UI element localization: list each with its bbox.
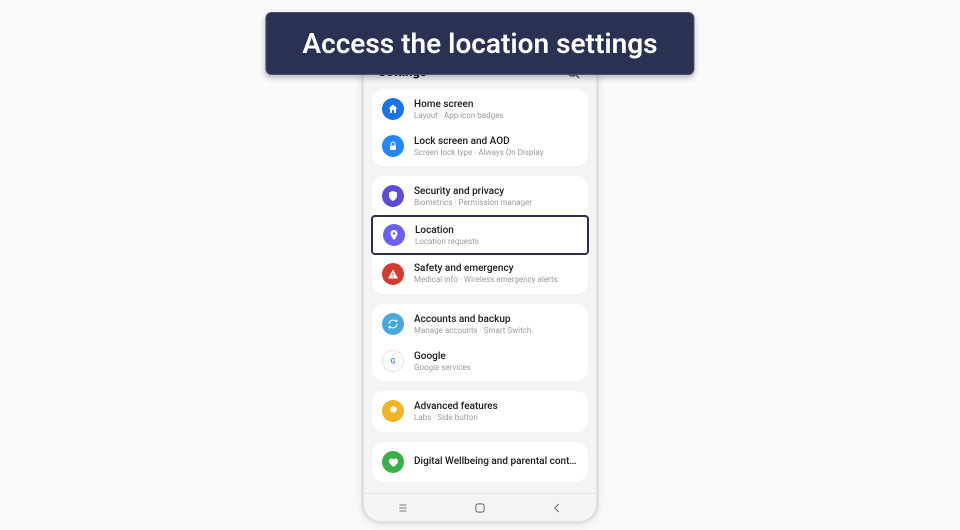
settings-item-google[interactable]: G GoogleGoogle services — [372, 343, 588, 380]
heart-icon — [382, 451, 404, 473]
settings-item-text: Advanced featuresLabs · Side button — [414, 400, 578, 423]
settings-item-text: Security and privacyBiometrics · Permiss… — [414, 185, 578, 208]
shield-icon — [382, 185, 404, 207]
settings-item-text: LocationLocation requests — [415, 224, 577, 247]
back-button[interactable] — [537, 494, 577, 521]
settings-group: Advanced featuresLabs · Side button — [372, 391, 588, 432]
settings-item-subtitle: Biometrics · Permission manager — [414, 198, 578, 208]
home-button[interactable] — [460, 494, 500, 521]
settings-item-subtitle: Manage accounts · Smart Switch — [414, 326, 578, 336]
settings-item-title: Safety and emergency — [414, 262, 578, 275]
settings-item-title: Location — [415, 224, 577, 237]
settings-item-title: Advanced features — [414, 400, 578, 413]
settings-group: Digital Wellbeing and parental controls — [372, 442, 588, 482]
gear-icon — [382, 400, 404, 422]
settings-item-text: Lock screen and AODScreen lock type · Al… — [414, 135, 578, 158]
pin-icon — [383, 224, 405, 246]
settings-screen: Settings Home screenLayout · App icon ba… — [364, 53, 596, 493]
settings-item-lock-screen-and-aod[interactable]: Lock screen and AODScreen lock type · Al… — [372, 128, 588, 165]
settings-item-text: Home screenLayout · App icon badges — [414, 98, 578, 121]
home-icon — [382, 98, 404, 120]
settings-item-text: Safety and emergencyMedical info · Wirel… — [414, 262, 578, 285]
home-nav-icon — [473, 501, 487, 515]
settings-item-text: Accounts and backupManage accounts · Sma… — [414, 313, 578, 336]
settings-item-text: GoogleGoogle services — [414, 350, 578, 373]
instruction-text: Access the location settings — [302, 27, 657, 60]
svg-text:G: G — [391, 357, 396, 365]
phone-frame: Settings Home screenLayout · App icon ba… — [361, 50, 599, 524]
recents-icon — [395, 502, 411, 514]
settings-item-title: Lock screen and AOD — [414, 135, 578, 148]
sync-icon — [382, 313, 404, 335]
settings-item-safety-and-emergency[interactable]: Safety and emergencyMedical info · Wirel… — [372, 255, 588, 292]
settings-item-subtitle: Screen lock type · Always On Display — [414, 148, 578, 158]
settings-item-subtitle: Labs · Side button — [414, 413, 578, 423]
lock-icon — [382, 135, 404, 157]
settings-item-subtitle: Layout · App icon badges — [414, 111, 578, 121]
back-icon — [550, 501, 564, 515]
settings-item-subtitle: Medical info · Wireless emergency alerts — [414, 275, 578, 285]
instruction-banner: Access the location settings — [265, 12, 694, 75]
settings-item-title: Home screen — [414, 98, 578, 111]
settings-group: Home screenLayout · App icon badges Lock … — [372, 89, 588, 166]
settings-item-accounts-and-backup[interactable]: Accounts and backupManage accounts · Sma… — [372, 306, 588, 343]
settings-item-subtitle: Location requests — [415, 237, 577, 247]
settings-group: Accounts and backupManage accounts · Sma… — [372, 304, 588, 381]
settings-item-title: Google — [414, 350, 578, 363]
alert-icon — [382, 263, 404, 285]
settings-item-subtitle: Google services — [414, 363, 578, 373]
settings-item-text: Digital Wellbeing and parental controls — [414, 455, 578, 468]
settings-item-title: Accounts and backup — [414, 313, 578, 326]
settings-group: Security and privacyBiometrics · Permiss… — [372, 176, 588, 294]
settings-item-digital-wellbeing-and-parental-controls[interactable]: Digital Wellbeing and parental controls — [372, 444, 588, 480]
settings-item-advanced-features[interactable]: Advanced featuresLabs · Side button — [372, 393, 588, 430]
settings-item-home-screen[interactable]: Home screenLayout · App icon badges — [372, 91, 588, 128]
google-icon: G — [382, 350, 404, 372]
settings-item-title: Security and privacy — [414, 185, 578, 198]
android-nav-bar — [364, 493, 596, 521]
settings-item-title: Digital Wellbeing and parental controls — [414, 455, 578, 468]
settings-item-security-and-privacy[interactable]: Security and privacyBiometrics · Permiss… — [372, 178, 588, 215]
settings-item-location[interactable]: LocationLocation requests — [371, 215, 589, 256]
recents-button[interactable] — [383, 494, 423, 521]
